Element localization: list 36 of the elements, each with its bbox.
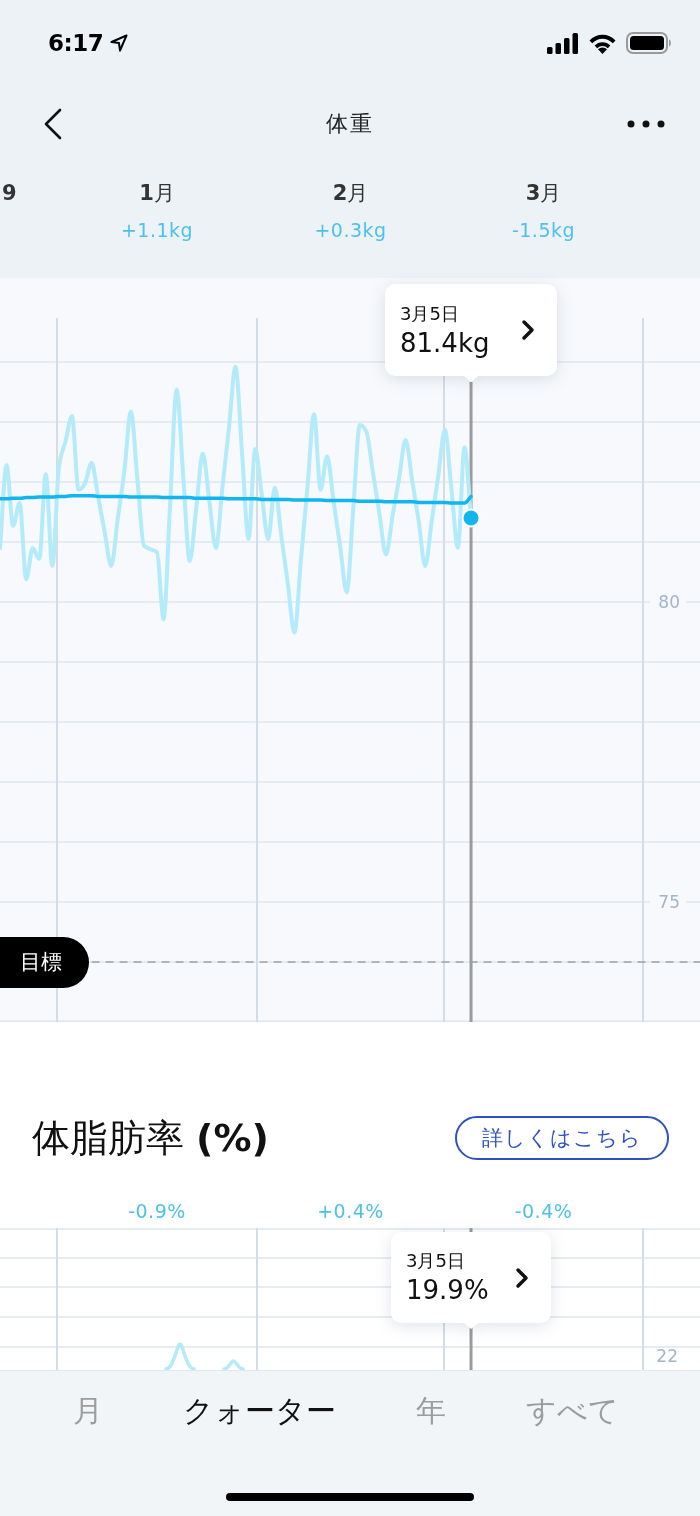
- tooltip-date: 3月5日: [406, 1249, 466, 1273]
- month-change: +1.1kg: [120, 218, 194, 243]
- section-title: 体脂肪率 (%): [32, 1115, 269, 1162]
- period-tab[interactable]: クォーター: [183, 1391, 336, 1431]
- tooltip-card[interactable]: 3月5日 81.4kg: [385, 284, 557, 382]
- month-label: 9: [2, 180, 17, 206]
- month-label: 1月: [139, 180, 175, 206]
- location-arrow-icon: [110, 34, 129, 52]
- y-axis-label: 75: [658, 892, 680, 912]
- chevron-right-icon: [521, 319, 535, 341]
- tooltip-value: 81.4kg: [400, 326, 490, 360]
- month-change: +0.4%: [317, 1199, 384, 1224]
- month-change: -0.4%: [514, 1199, 573, 1224]
- point-marker-icon: [461, 508, 481, 528]
- month-label: 2月: [332, 180, 369, 206]
- details-button[interactable]: 詳しくはこちら: [455, 1116, 669, 1160]
- goal-badge: 目標: [0, 936, 89, 988]
- month-change: -0.9%: [128, 1199, 186, 1224]
- tooltip-value: 19.9%: [406, 1274, 489, 1307]
- wifi-icon: [588, 32, 617, 54]
- status-time: 6:17: [48, 30, 104, 56]
- back-icon: [43, 108, 63, 140]
- back-button[interactable]: [43, 108, 63, 140]
- month-change: -1.5kg: [511, 218, 576, 243]
- signal-icon: [547, 32, 579, 54]
- screen-title: 体重: [326, 110, 374, 138]
- tooltip-date: 3月5日: [400, 301, 460, 326]
- battery-icon: [626, 32, 672, 54]
- month-change: +0.3kg: [314, 218, 387, 243]
- month-label: 3月: [525, 180, 562, 206]
- more-icon: [627, 120, 665, 128]
- y-axis-label: 22: [656, 1346, 678, 1366]
- chevron-right-icon: [515, 1266, 529, 1289]
- more-button[interactable]: [627, 120, 665, 128]
- y-axis-label: 80: [658, 592, 680, 612]
- tooltip-card[interactable]: 3月5日 19.9%: [391, 1232, 551, 1329]
